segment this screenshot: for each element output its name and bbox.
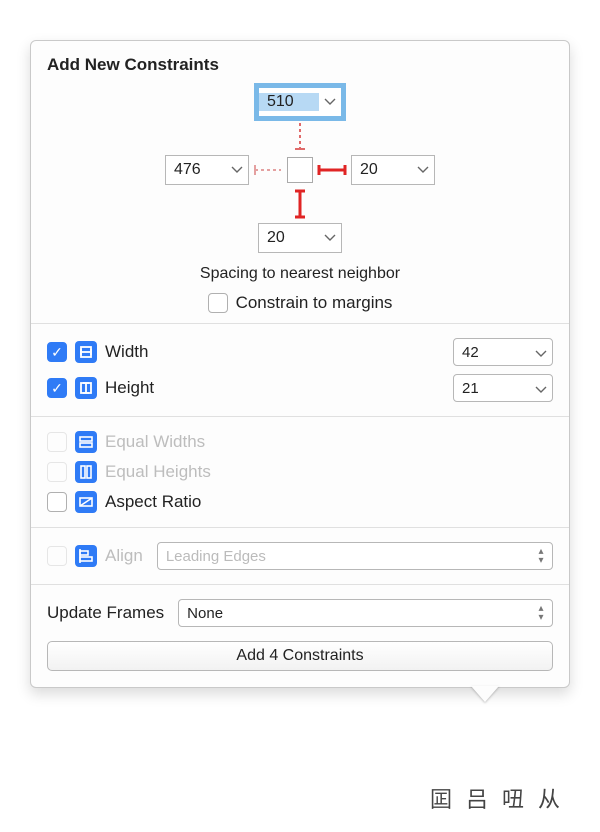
footer-glyphs: 囸 吕 吜 从 [430, 782, 560, 814]
aspect-ratio-label: Aspect Ratio [105, 492, 201, 512]
toolbar-glyph[interactable]: 囸 [430, 782, 452, 814]
align-checkbox [47, 546, 67, 566]
height-checkbox[interactable]: ✓ [47, 378, 67, 398]
dropdown-icon[interactable] [319, 224, 341, 252]
toolbar-glyph[interactable]: 从 [538, 782, 560, 814]
height-value-field[interactable]: 21 [453, 374, 553, 402]
width-icon [75, 341, 97, 363]
popover-title: Add New Constraints [47, 55, 553, 75]
add-constraints-button[interactable]: Add 4 Constraints [47, 641, 553, 671]
dropdown-icon[interactable] [319, 88, 341, 116]
width-label: Width [105, 342, 148, 362]
constrain-margins-label: Constrain to margins [236, 293, 393, 313]
spacing-right-strut[interactable] [319, 162, 345, 178]
align-label: Align [105, 546, 143, 566]
height-label: Height [105, 378, 154, 398]
popover-tail [471, 686, 499, 702]
separator [31, 584, 569, 585]
equal-widths-label: Equal Widths [105, 432, 205, 452]
spacing-left-strut[interactable] [255, 162, 281, 178]
add-constraints-label: Add 4 Constraints [236, 647, 363, 665]
dropdown-icon[interactable] [530, 380, 552, 397]
update-frames-dropdown[interactable]: None ▴▾ [178, 599, 553, 627]
toolbar-glyph[interactable]: 吕 [466, 782, 488, 814]
dropdown-icon[interactable] [412, 156, 434, 184]
spacing-bottom-strut[interactable] [292, 191, 308, 217]
spacing-diagram: 510 476 20 [47, 83, 553, 285]
spacing-top-value: 510 [259, 93, 319, 111]
separator [31, 416, 569, 417]
align-dropdown: Leading Edges ▴▾ [157, 542, 553, 570]
equal-heights-label: Equal Heights [105, 462, 211, 482]
spacing-right-field[interactable]: 20 [351, 155, 435, 185]
spacing-center-box [287, 157, 313, 183]
spacing-caption: Spacing to nearest neighbor [200, 265, 400, 283]
toolbar-glyph[interactable]: 吜 [502, 782, 524, 814]
dropdown-icon[interactable] [226, 156, 248, 184]
updown-icon: ▴▾ [530, 604, 552, 622]
width-value-field[interactable]: 42 [453, 338, 553, 366]
equal-widths-icon [75, 431, 97, 453]
aspect-ratio-icon [75, 491, 97, 513]
width-value: 42 [454, 344, 530, 361]
equal-heights-checkbox [47, 462, 67, 482]
dropdown-icon[interactable] [530, 344, 552, 361]
equal-heights-icon [75, 461, 97, 483]
constrain-margins-checkbox[interactable] [208, 293, 228, 313]
spacing-bottom-field[interactable]: 20 [258, 223, 342, 253]
separator [31, 527, 569, 528]
spacing-bottom-value: 20 [259, 229, 319, 247]
aspect-ratio-checkbox[interactable] [47, 492, 67, 512]
update-frames-label: Update Frames [47, 603, 164, 623]
align-value: Leading Edges [158, 548, 530, 565]
height-value: 21 [454, 380, 530, 397]
spacing-right-value: 20 [352, 161, 412, 179]
update-frames-value: None [179, 605, 530, 622]
height-icon [75, 377, 97, 399]
spacing-top-field[interactable]: 510 [258, 87, 342, 117]
constraints-popover: Add New Constraints 510 476 [30, 40, 570, 688]
spacing-top-strut[interactable] [292, 123, 308, 149]
align-icon [75, 545, 97, 567]
spacing-left-value: 476 [166, 161, 226, 179]
spacing-left-field[interactable]: 476 [165, 155, 249, 185]
separator [31, 323, 569, 324]
updown-icon: ▴▾ [530, 547, 552, 565]
width-checkbox[interactable]: ✓ [47, 342, 67, 362]
equal-widths-checkbox [47, 432, 67, 452]
